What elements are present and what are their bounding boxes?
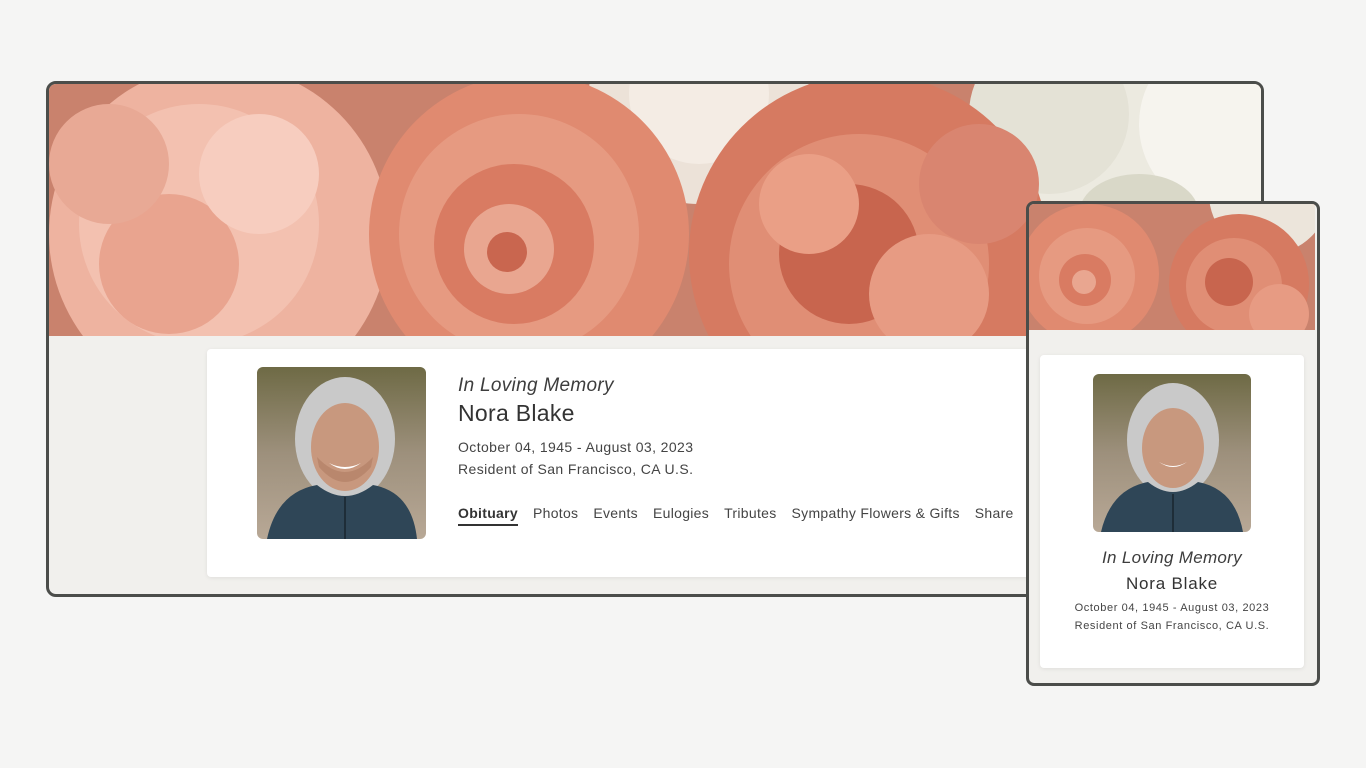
nav-events[interactable]: Events xyxy=(593,505,638,526)
nav-tributes[interactable]: Tributes xyxy=(724,505,776,526)
memorial-tagline-mobile: In Loving Memory xyxy=(1102,548,1242,567)
deceased-name-mobile: Nora Blake xyxy=(1125,574,1219,593)
nav-share[interactable]: Share xyxy=(975,505,1014,526)
life-dates: October 04, 1945 - August 03, 2023 xyxy=(458,439,694,455)
portrait-photo-mobile xyxy=(1093,374,1251,532)
nav-obituary[interactable]: Obituary xyxy=(458,505,518,526)
deceased-name: Nora Blake xyxy=(458,400,575,426)
nav-photos[interactable]: Photos xyxy=(533,505,578,526)
floral-banner-image-mobile xyxy=(1029,204,1315,330)
memorial-tagline: In Loving Memory xyxy=(458,375,614,396)
nav-eulogies[interactable]: Eulogies xyxy=(653,505,709,526)
memorial-nav: Obituary Photos Events Eulogies Tributes… xyxy=(458,505,1014,526)
life-dates-mobile: October 04, 1945 - August 03, 2023 xyxy=(1074,602,1270,614)
mobile-preview-frame: In Loving Memory Nora Blake October 04, … xyxy=(1026,201,1320,686)
residence-mobile: Resident of San Francisco, CA U.S. xyxy=(1074,620,1270,632)
residence: Resident of San Francisco, CA U.S. xyxy=(458,461,694,477)
nav-sympathy-flowers-gifts[interactable]: Sympathy Flowers & Gifts xyxy=(792,505,960,526)
portrait-photo xyxy=(257,367,426,539)
memorial-header-card-mobile: In Loving Memory Nora Blake October 04, … xyxy=(1040,355,1304,668)
memorial-header-card: In Loving Memory Nora Blake October 04, … xyxy=(207,349,1107,577)
